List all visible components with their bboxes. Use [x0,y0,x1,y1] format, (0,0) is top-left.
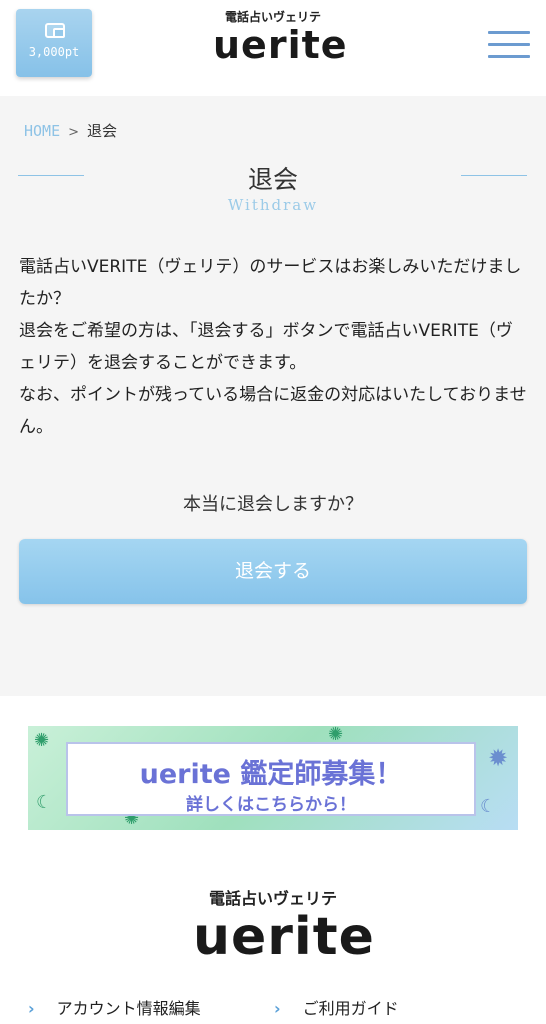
points-button[interactable]: 3,000pt [16,9,92,77]
recruit-banner[interactable]: ✺ ☾ ✺ ✺ ✹ ☾ uerite 鑑定師募集！ 詳しくはこちらから！ [28,726,518,830]
wallet-icon [45,23,65,38]
logo-wordmark: uerite [213,23,348,67]
chevron-right-icon: › [28,999,35,1018]
header: 3,000pt 電話占いヴェリテ uerite [0,0,546,96]
footer-logo-subtitle: 電話占いヴェリテ [208,889,337,908]
footer-link-label: アカウント情報編集 [56,999,201,1018]
breadcrumb-current: 退会 [87,122,118,140]
footer-link-label: ご利用ガイド [302,999,399,1018]
breadcrumb-home-link[interactable]: HOME [24,122,60,140]
banner-text-box: uerite 鑑定師募集！ 詳しくはこちらから！ [66,742,476,816]
page-title: 退会 [247,165,298,194]
points-balance: 3,000pt [28,45,80,59]
description-paragraph: 退会をご希望の方は、「退会する」ボタンで電話占いVERITE（ヴェリテ）を退会す… [19,321,513,373]
sun-icon: ✹ [488,744,509,772]
moon-icon: ☾ [480,796,497,817]
banner-subline: 詳しくはこちらから！ [186,795,356,815]
chevron-right-icon: › [274,999,281,1018]
description-paragraph: 電話占いVERITE（ヴェリテ）のサービスはお楽しみいただけましたか？ [19,257,522,309]
moon-icon: ☾ [36,792,53,813]
breadcrumb-separator: > [68,125,80,140]
footer-logo[interactable]: 電話占いヴェリテ uerite [193,885,375,967]
confirm-question: 本当に退会しますか？ [183,494,363,515]
star-icon: ✺ [34,730,50,751]
withdraw-button[interactable]: 退会する [19,539,527,604]
menu-icon[interactable] [488,31,530,59]
page-title-block: 退会 Withdraw [0,156,546,216]
footer-link-account[interactable]: › アカウント情報編集 [28,995,201,1019]
footer-link-guide[interactable]: › ご利用ガイド [274,995,399,1019]
site-logo[interactable]: 電話占いヴェリテ uerite [213,8,348,67]
withdraw-description: 電話占いVERITE（ヴェリテ）のサービスはお楽しみいただけましたか？ 退会をご… [19,251,529,443]
main-content: HOME > 退会 退会 Withdraw 電話占いVERITE（ヴェリテ）のサービ… [0,96,546,696]
banner-headline: uerite 鑑定師募集！ [139,759,403,790]
page-subtitle: Withdraw [227,196,319,214]
footer-logo-wordmark: uerite [193,907,375,967]
description-paragraph: なお、ポイントが残っている場合に返金の対応はいたしておりません。 [19,385,527,437]
breadcrumb: HOME > 退会 [24,120,117,141]
